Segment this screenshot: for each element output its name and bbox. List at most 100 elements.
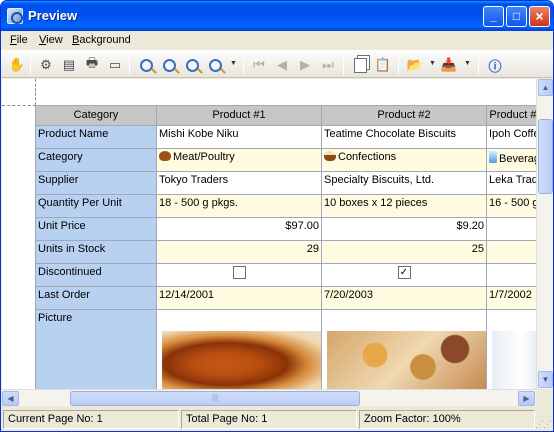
status-bar: Current Page No: 1 Total Page No: 1 Zoom… — [1, 407, 553, 431]
table-cell: $97.00 — [156, 217, 322, 241]
table-cell: Meat/Poultry — [156, 148, 322, 172]
vertical-scrollbar[interactable]: ▲ ▼ — [536, 79, 553, 389]
printer-icon[interactable]: 🖶 — [82, 55, 102, 75]
scroll-up-button[interactable]: ▲ — [538, 79, 553, 96]
hand-icon[interactable]: ✋ — [7, 55, 27, 75]
app-icon — [7, 8, 23, 24]
row-label: Supplier — [35, 171, 157, 195]
scroll-right-button[interactable]: ▶ — [518, 391, 535, 406]
margin-guide-vertical — [35, 79, 36, 105]
prev-page-icon[interactable]: ◀ — [272, 55, 292, 75]
zoom-dropdown-icon[interactable] — [205, 55, 225, 75]
meat-icon — [159, 151, 171, 161]
table-cell: Beverages — [486, 148, 536, 172]
vertical-scroll-thumb[interactable] — [538, 119, 553, 194]
picture-cell — [321, 309, 487, 389]
table-cell: Tokyo Traders — [156, 171, 322, 195]
horizontal-scroll-thumb[interactable]: ||| — [70, 391, 360, 406]
menu-bar: File View Background — [1, 31, 553, 50]
table-row: Last Order 12/14/2001 7/20/2003 1/7/2002 — [35, 286, 536, 310]
table-cell — [486, 217, 536, 241]
picture-cell — [156, 309, 322, 389]
row-label: Category — [35, 148, 157, 172]
glass-icon — [489, 151, 497, 163]
preview-page[interactable]: Category Product #1 Product #2 Product #… — [2, 79, 536, 389]
table-cell: Teatime Chocolate Biscuits — [321, 125, 487, 149]
maximize-button[interactable]: □ — [506, 6, 527, 27]
current-page-status: Current Page No: 1 — [3, 410, 179, 429]
table-row: Quantity Per Unit 18 - 500 g pkgs. 10 bo… — [35, 194, 536, 218]
preview-window: Preview _ □ × File View Background ✋ ⚙ ▤… — [0, 0, 554, 432]
table-cell: ✓ — [321, 263, 487, 287]
total-page-status: Total Page No: 1 — [181, 410, 357, 429]
menu-view[interactable]: View — [39, 34, 63, 46]
open-icon[interactable]: 📂 — [405, 55, 425, 75]
table-cell: 7/20/2003 — [321, 286, 487, 310]
discontinued-checkbox[interactable]: ✓ — [397, 266, 411, 279]
next-page-icon[interactable]: ▶ — [295, 55, 315, 75]
zoom-out-icon[interactable] — [182, 55, 202, 75]
minimize-button[interactable]: _ — [483, 6, 504, 27]
table-cell — [486, 240, 536, 264]
zoom-in-icon[interactable] — [159, 55, 179, 75]
product-picture — [162, 331, 321, 389]
copy-icon[interactable] — [350, 55, 370, 75]
scroll-left-button[interactable]: ◀ — [2, 391, 19, 406]
discontinued-checkbox[interactable] — [232, 266, 246, 279]
margin-guide-horizontal — [2, 105, 36, 106]
table-cell: Leka Trading — [486, 171, 536, 195]
product-grid: Category Product #1 Product #2 Product #… — [35, 105, 536, 389]
zoom-icon[interactable] — [136, 55, 156, 75]
grid-header-row: Category Product #1 Product #2 Product #… — [35, 105, 536, 126]
print-icon[interactable]: ▤ — [59, 55, 79, 75]
table-cell: 10 boxes x 12 pieces — [321, 194, 487, 218]
table-cell: Specialty Biscuits, Ltd. — [321, 171, 487, 195]
horizontal-scrollbar[interactable]: ◀ ||| ▶ — [2, 389, 536, 406]
table-cell: 29 — [156, 240, 322, 264]
paste-icon[interactable]: 📋 — [373, 55, 393, 75]
first-page-icon[interactable]: ⏮ — [249, 55, 269, 75]
row-label: Units in Stock — [35, 240, 157, 264]
product-picture — [492, 331, 536, 389]
table-row: Unit Price $97.00 $9.20 — [35, 217, 536, 241]
table-row: Units in Stock 29 25 — [35, 240, 536, 264]
save-dropdown-arrow[interactable]: ▼ — [464, 60, 471, 67]
table-cell: 18 - 500 g pkgs. — [156, 194, 322, 218]
window-title: Preview — [28, 8, 78, 23]
scroll-down-button[interactable]: ▼ — [538, 371, 553, 388]
close-button[interactable]: × — [529, 6, 550, 27]
column-header: Product #3 — [486, 105, 536, 126]
row-label: Picture — [35, 309, 157, 389]
print-setup-icon[interactable]: ⚙ — [36, 55, 56, 75]
table-row: Product Name Mishi Kobe Niku Teatime Cho… — [35, 125, 536, 149]
title-bar[interactable]: Preview _ □ × — [1, 1, 553, 31]
row-label: Unit Price — [35, 217, 157, 241]
menu-background[interactable]: Background — [72, 34, 131, 46]
cake-icon — [324, 151, 336, 161]
row-label: Quantity Per Unit — [35, 194, 157, 218]
table-cell — [486, 263, 536, 287]
row-label: Discontinued — [35, 263, 157, 287]
product-picture — [327, 331, 486, 389]
row-label: Last Order — [35, 286, 157, 310]
table-cell: 1/7/2002 — [486, 286, 536, 310]
table-row: Discontinued ✓ — [35, 263, 536, 287]
table-row: Picture — [35, 309, 536, 389]
column-header: Product #2 — [321, 105, 487, 126]
save-icon[interactable]: 📥 — [439, 55, 459, 75]
table-row: Category Meat/Poultry Confections Bevera… — [35, 148, 536, 172]
resize-grip-icon[interactable]: ⋰⋰ — [535, 419, 552, 430]
table-cell: Confections — [321, 148, 487, 172]
zoom-status: Zoom Factor: 100% — [359, 410, 535, 429]
zoom-dropdown-arrow[interactable]: ▼ — [230, 60, 237, 67]
page-setup-icon[interactable]: ▭ — [105, 55, 125, 75]
last-page-icon[interactable]: ⏭ — [318, 55, 338, 75]
table-cell: 12/14/2001 — [156, 286, 322, 310]
column-header: Product #1 — [156, 105, 322, 126]
table-cell: $9.20 — [321, 217, 487, 241]
table-cell: 25 — [321, 240, 487, 264]
table-cell: 16 - 500 g tins — [486, 194, 536, 218]
info-icon[interactable]: ⓘ — [485, 55, 505, 75]
menu-file[interactable]: File — [10, 34, 28, 46]
open-dropdown-arrow[interactable]: ▼ — [429, 60, 436, 67]
